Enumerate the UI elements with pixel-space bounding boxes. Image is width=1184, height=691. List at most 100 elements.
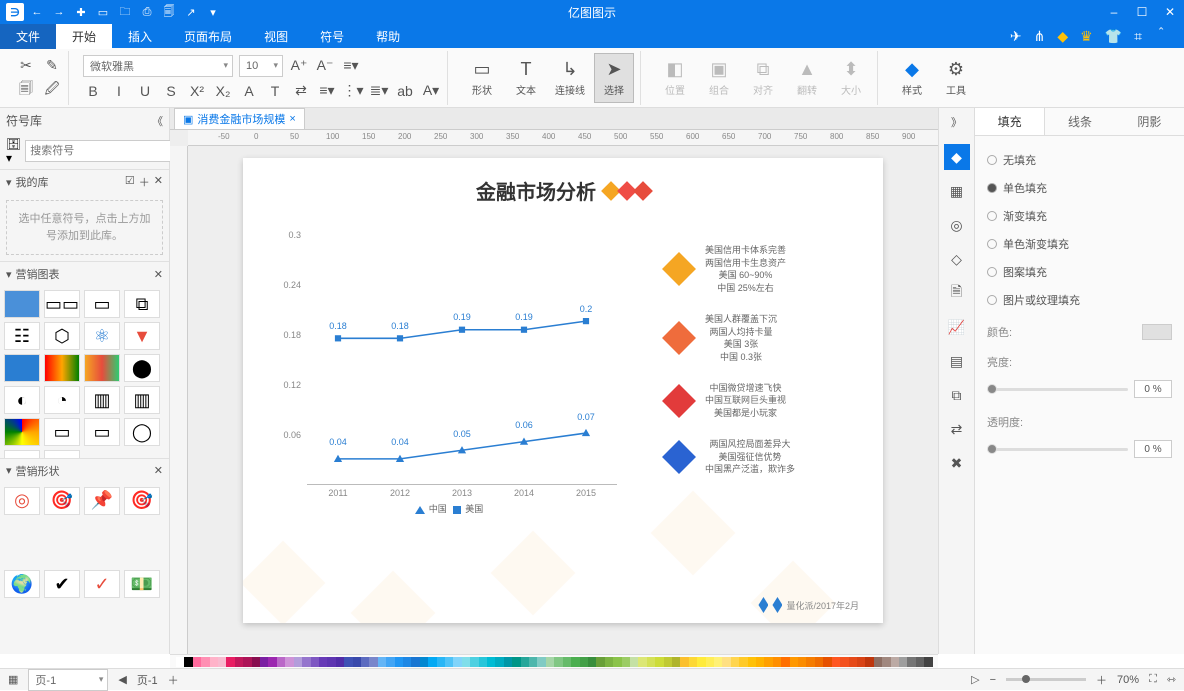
thumb[interactable]: ◯ <box>124 418 160 446</box>
list-icon[interactable]: ⋮▾ <box>343 81 363 101</box>
qat-more-icon[interactable]: ▾ <box>204 3 222 21</box>
font-grow-icon[interactable]: A⁺ <box>289 56 309 76</box>
palette-color[interactable] <box>563 657 571 667</box>
fill-none-radio[interactable]: 无填充 <box>987 146 1172 174</box>
palette-color[interactable] <box>546 657 554 667</box>
mylib-section[interactable]: ▾ 我的库 ☑＋✕ <box>0 169 169 194</box>
palette-color[interactable] <box>302 657 310 667</box>
canvas[interactable]: 金融市场分析 201120122013201420150.040.040.050… <box>188 146 938 654</box>
table-tab-icon[interactable]: ▤ <box>944 348 970 374</box>
palette-color[interactable] <box>798 657 806 667</box>
palette-color[interactable] <box>680 657 688 667</box>
palette-color[interactable] <box>336 657 344 667</box>
palette-color[interactable] <box>268 657 276 667</box>
palette-color[interactable] <box>596 657 604 667</box>
thumb[interactable]: ▥ <box>124 386 160 414</box>
symbol-search-input[interactable] <box>25 140 177 162</box>
theme-icon[interactable]: 👕 <box>1105 28 1122 45</box>
palette-color[interactable] <box>588 657 596 667</box>
fill-pattern-radio[interactable]: 图案填充 <box>987 258 1172 286</box>
collapse-left-icon[interactable]: 《 <box>152 113 163 129</box>
palette-color[interactable] <box>327 657 335 667</box>
fill-solidgrad-radio[interactable]: 单色渐变填充 <box>987 230 1172 258</box>
style-button[interactable]: ◆样式 <box>892 53 932 103</box>
document-tab[interactable]: ▣ 消费金融市场规模 × <box>174 108 305 129</box>
grid-tab-icon[interactable]: ▦ <box>944 178 970 204</box>
palette-color[interactable] <box>361 657 369 667</box>
page-tab-icon[interactable]: 🗎 <box>944 280 970 306</box>
palette-color[interactable] <box>470 657 478 667</box>
highlight-icon[interactable]: T <box>265 81 285 101</box>
palette-color[interactable] <box>437 657 445 667</box>
palette-color[interactable] <box>907 657 915 667</box>
thumb[interactable]: ▭ <box>4 450 40 458</box>
palette-color[interactable] <box>403 657 411 667</box>
collapse-right-icon[interactable]: 》 <box>951 114 962 130</box>
chart-tab-icon[interactable]: 📈 <box>944 314 970 340</box>
palette-color[interactable] <box>512 657 520 667</box>
zoom-slider[interactable] <box>1006 678 1086 681</box>
tab-fill[interactable]: 填充 <box>975 108 1045 135</box>
palette-color[interactable] <box>378 657 386 667</box>
page[interactable]: 金融市场分析 201120122013201420150.040.040.050… <box>243 158 883 623</box>
thumb[interactable]: ▭ <box>84 418 120 446</box>
palette-color[interactable] <box>664 657 672 667</box>
position-button[interactable]: ◧位置 <box>655 53 695 103</box>
palette-color[interactable] <box>487 657 495 667</box>
opacity-slider[interactable]: 0 % <box>987 434 1172 464</box>
fill-texture-radio[interactable]: 图片或纹理填充 <box>987 286 1172 314</box>
palette-color[interactable] <box>739 657 747 667</box>
palette-color[interactable] <box>521 657 529 667</box>
palette-color[interactable] <box>277 657 285 667</box>
palette-color[interactable] <box>571 657 579 667</box>
cut-icon[interactable]: ✂ <box>16 56 36 76</box>
palette-color[interactable] <box>311 657 319 667</box>
layers-tab-icon[interactable]: ⧉ <box>944 382 970 408</box>
qat-share-icon[interactable]: ↗ <box>182 3 200 21</box>
palette-color[interactable] <box>689 657 697 667</box>
menu-insert[interactable]: 插入 <box>112 24 168 49</box>
fill-gradient-radio[interactable]: 渐变填充 <box>987 202 1172 230</box>
copy-icon[interactable]: 🗐 <box>16 80 36 100</box>
thumb[interactable]: 💵 <box>124 570 160 598</box>
subscript-icon[interactable]: X₂ <box>213 81 233 101</box>
fit-width-icon[interactable]: ⇿ <box>1167 673 1176 686</box>
palette-color[interactable] <box>722 657 730 667</box>
qat-folder-icon[interactable]: 🗀 <box>116 3 134 21</box>
italic-icon[interactable]: I <box>109 81 129 101</box>
share-icon[interactable]: ⋔ <box>1034 28 1046 45</box>
palette-color[interactable] <box>252 657 260 667</box>
crown-icon[interactable]: ♛ <box>1080 28 1093 45</box>
align-icon[interactable]: ≡▾ <box>341 56 361 76</box>
palette-color[interactable] <box>655 657 663 667</box>
palette-color[interactable] <box>445 657 453 667</box>
thumb[interactable] <box>84 354 120 382</box>
palette-color[interactable] <box>504 657 512 667</box>
thumb[interactable]: ◔ <box>44 386 80 414</box>
qat-new-icon[interactable]: ✚ <box>72 3 90 21</box>
palette-color[interactable] <box>386 657 394 667</box>
palette-color[interactable] <box>201 657 209 667</box>
palette-color[interactable] <box>706 657 714 667</box>
palette-color[interactable] <box>210 657 218 667</box>
palette-color[interactable] <box>622 657 630 667</box>
thumb[interactable]: ⬡ <box>44 322 80 350</box>
palette-color[interactable] <box>218 657 226 667</box>
group-button[interactable]: ▣组合 <box>699 53 739 103</box>
menu-help[interactable]: 帮助 <box>360 24 416 49</box>
doc-tab-close-icon[interactable]: × <box>289 113 295 125</box>
palette-color[interactable] <box>773 657 781 667</box>
thumb[interactable]: ▭▭ <box>44 290 80 318</box>
page-add-icon[interactable]: ＋ <box>168 672 179 688</box>
thumb[interactable] <box>44 354 80 382</box>
palette-color[interactable] <box>235 657 243 667</box>
palette-color[interactable] <box>806 657 814 667</box>
minimize-button[interactable]: – <box>1100 0 1128 24</box>
send-icon[interactable]: ✈ <box>1010 28 1022 45</box>
font-size-combo[interactable]: 10 <box>239 55 283 77</box>
premium-icon[interactable]: ◆ <box>1057 28 1068 45</box>
qat-print-icon[interactable]: ⎙ <box>138 3 156 21</box>
palette-color[interactable] <box>176 657 184 667</box>
align-button[interactable]: ⧉对齐 <box>743 53 783 103</box>
thumb[interactable]: 🎯 <box>124 487 160 515</box>
